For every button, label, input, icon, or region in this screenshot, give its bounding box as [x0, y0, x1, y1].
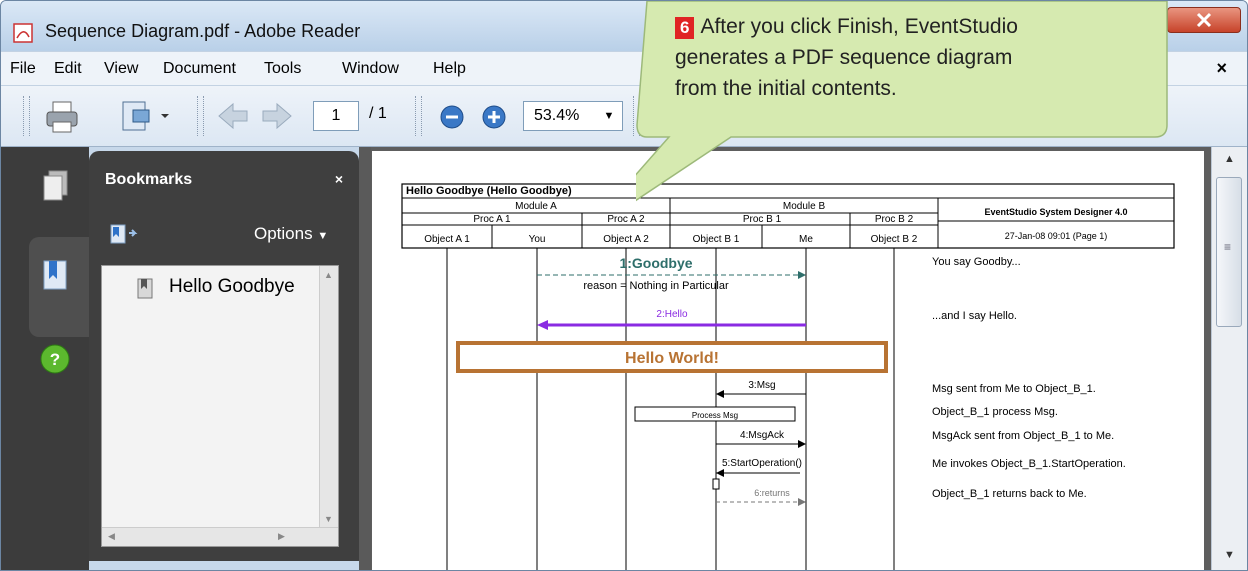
close-icon	[1196, 12, 1212, 28]
remark: Object_B_1 process Msg.	[932, 406, 1058, 418]
bookmarks-vertical-scrollbar[interactable]: ▲ ▼	[319, 266, 338, 528]
zoom-dropdown-arrow-icon[interactable]: ▼	[599, 101, 619, 131]
bookmarks-list: Hello Goodbye ▲ ▼ ◀ ▶	[101, 265, 339, 547]
remark: Msg sent from Me to Object_B_1.	[932, 383, 1096, 395]
menu-help[interactable]: Help	[433, 60, 466, 78]
previous-page-icon[interactable]	[217, 102, 249, 130]
step-badge: 6	[675, 17, 695, 39]
menu-view[interactable]: View	[104, 60, 138, 78]
menu-window[interactable]: Window	[342, 60, 399, 78]
grip-icon: ≡	[1224, 240, 1232, 254]
scroll-down-icon[interactable]: ▼	[1224, 549, 1235, 561]
help-icon[interactable]: ?	[39, 343, 71, 375]
message-label: 3:Msg	[748, 380, 775, 391]
options-menu[interactable]: Options ▼	[254, 224, 328, 244]
chevron-down-icon: ▼	[317, 230, 329, 242]
next-page-icon[interactable]	[261, 102, 293, 130]
diagram-title: Hello Goodbye (Hello Goodbye)	[406, 185, 572, 197]
menu-tools[interactable]: Tools	[264, 60, 301, 78]
page-total: / 1	[369, 105, 387, 122]
menu-document[interactable]: Document	[163, 60, 236, 78]
menu-edit[interactable]: Edit	[54, 60, 82, 78]
panel-splitter[interactable]	[359, 147, 371, 570]
scrollbar-thumb[interactable]: ≡	[1216, 177, 1242, 327]
page-number-input[interactable]: 1	[313, 101, 359, 131]
bookmarks-title: Bookmarks	[105, 171, 193, 188]
bookmarks-horizontal-scrollbar[interactable]: ◀ ▶	[102, 527, 338, 546]
activation-bar	[712, 478, 720, 490]
bookmark-label: Hello Goodbye	[169, 276, 295, 297]
pages-icon[interactable]	[41, 169, 71, 203]
toolbar-grip[interactable]	[23, 96, 30, 136]
window-title: Sequence Diagram.pdf - Adobe Reader	[45, 21, 361, 41]
print-icon[interactable]	[45, 100, 79, 134]
callout-message: After you click Finish, EventStudio gene…	[675, 15, 1018, 100]
message-label: 4:MsgAck	[740, 430, 785, 441]
object-label: Object A 1	[424, 234, 470, 245]
document-properties-icon[interactable]	[119, 98, 173, 134]
callout-text: 6 After you click Finish, EventStudio gen…	[675, 11, 1035, 104]
module-label: Module A	[515, 201, 557, 212]
remark: Object_B_1 returns back to Me.	[932, 488, 1087, 500]
remark: Me invokes Object_B_1.StartOperation.	[932, 458, 1126, 470]
zoom-in-icon[interactable]	[481, 104, 507, 130]
bookmarks-icon	[43, 260, 67, 290]
toolbar-grip[interactable]	[415, 96, 422, 136]
scroll-left-icon[interactable]: ◀	[108, 531, 115, 542]
arrowhead	[716, 469, 724, 477]
navigation-pane: ?	[1, 147, 89, 570]
remark: MsgAck sent from Object_B_1 to Me.	[932, 430, 1114, 442]
banner-label: Hello World!	[625, 350, 719, 367]
pdf-app-icon	[13, 23, 33, 43]
scroll-up-icon[interactable]: ▲	[1224, 153, 1235, 165]
list-item[interactable]: Hello Goodbye	[102, 266, 320, 306]
adobe-reader-window: Sequence Diagram.pdf - Adobe Reader File…	[0, 0, 1248, 571]
bookmarks-panel: Bookmarks × Options ▼ Hello Goodbye ▲ ▼ …	[89, 151, 359, 561]
message-parameter: reason = Nothing in Particular	[583, 280, 729, 292]
arrowhead	[798, 440, 806, 448]
message-label: 2:Hello	[656, 309, 688, 320]
message-label: 5:StartOperation()	[722, 458, 802, 469]
arrowhead	[537, 320, 548, 330]
object-label: You	[529, 234, 546, 245]
arrowhead	[798, 271, 806, 279]
options-label: Options	[254, 224, 313, 243]
menu-file[interactable]: File	[10, 60, 36, 78]
arrowhead	[798, 498, 806, 506]
arrowhead	[716, 390, 724, 398]
toolbar-grip[interactable]	[197, 96, 204, 136]
close-icon[interactable]: ×	[335, 171, 343, 187]
remark: ...and I say Hello.	[932, 310, 1017, 322]
proc-label: Proc A 1	[473, 214, 511, 225]
close-button[interactable]	[1167, 7, 1241, 33]
svg-text:?: ?	[50, 350, 60, 369]
document-vertical-scrollbar[interactable]: ▲ ≡ ▼	[1211, 147, 1247, 570]
bookmarks-tab[interactable]	[29, 237, 89, 337]
bookmark-icon	[137, 278, 153, 299]
scroll-down-icon[interactable]: ▼	[324, 514, 333, 524]
scroll-up-icon[interactable]: ▲	[324, 270, 333, 280]
document-close-icon[interactable]: ×	[1216, 58, 1227, 79]
expand-bookmark-icon[interactable]	[109, 223, 139, 247]
message-label: 6:returns	[754, 488, 790, 498]
action-label: Process Msg	[692, 411, 738, 420]
zoom-out-icon[interactable]	[439, 104, 465, 130]
scroll-right-icon[interactable]: ▶	[278, 531, 285, 542]
